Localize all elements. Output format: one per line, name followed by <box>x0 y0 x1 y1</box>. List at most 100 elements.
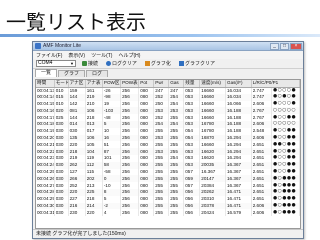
table-cell: 080 <box>138 202 155 210</box>
table-cell: 00:04:31 <box>36 209 55 217</box>
table-cell: 213 <box>85 182 103 189</box>
table-cell: 20035 <box>199 161 226 169</box>
window-title: AMF Monitor Lite <box>43 43 82 49</box>
table-row[interactable]: 00:04:26 030 266 202 0 256 080 255 255 059 20147 16… <box>36 175 300 183</box>
column-header[interactable]: L/R/C/P0/P1 <box>251 80 300 88</box>
table-cell: 16620 <box>199 148 226 155</box>
table-cell: -2 <box>102 202 122 210</box>
table-cell: 080 <box>138 100 155 108</box>
table-row[interactable]: 00:04:23 030 219 119 101 256 080 255 254 053 16620… <box>36 154 300 162</box>
log-clear-button[interactable]: ログクリア <box>104 60 139 67</box>
table-cell: 2.651 <box>251 168 273 176</box>
column-header[interactable]: 時間 <box>36 80 55 88</box>
table-cell: 00:04:25 <box>36 168 55 176</box>
table-cell: 202 <box>85 175 103 183</box>
tab-log[interactable]: ログ <box>86 70 109 77</box>
table-row[interactable]: 00:04:29 030 227 218 5 256 080 255 255 056 20310 16… <box>36 195 300 203</box>
table-cell: 056 <box>183 202 201 210</box>
table-cell: 255 <box>153 168 170 176</box>
table-row[interactable]: 00:04:19 030 030 017 10 256 080 255 255 054 16780 1… <box>36 127 300 135</box>
table-cell: 16660 <box>199 93 226 101</box>
status-dots: ○○○○○ <box>271 120 300 128</box>
column-header[interactable]: POW区 <box>102 80 122 88</box>
table-cell: 255 <box>168 175 185 183</box>
table-cell: 16.367 <box>225 161 252 169</box>
tab-graph[interactable]: グラフ <box>58 70 86 77</box>
status-dots: ●○●●● <box>271 175 300 183</box>
table-row[interactable]: 00:04:14 015 144 219 -98 256 080 252 254 053 16660… <box>36 93 300 101</box>
table-cell: 16.066 <box>225 100 252 108</box>
table-cell: 227 <box>68 195 86 203</box>
table-row[interactable]: 00:04:15 010 142 210 19 256 080 250 254 053 16660 1… <box>36 100 300 108</box>
table-cell: 256 <box>120 93 140 101</box>
table-cell: 16.188 <box>225 120 252 128</box>
close-button[interactable]: × <box>290 43 302 50</box>
table-row[interactable]: 00:04:20 030 135 106 16 256 080 253 255 054 16870 1… <box>36 134 300 142</box>
table-row[interactable]: 00:04:31 030 230 220 4 256 080 255 255 056 20424 16… <box>36 209 300 217</box>
tab-list[interactable]: 一覧 <box>35 69 58 77</box>
graph-clear-button[interactable]: グラフクリア <box>177 60 217 67</box>
connect-button[interactable]: 接続 <box>80 60 100 67</box>
table-row[interactable]: 00:04:18 030 014 013 5 256 080 254 254 053 16780 16… <box>36 120 300 128</box>
table-cell: 256 <box>120 188 140 196</box>
window-titlebar[interactable]: AMF Monitor Lite _ □ × <box>33 42 303 51</box>
table-cell: 16.471 <box>225 195 252 203</box>
table-row[interactable]: 00:04:16 020 081 106 -103 256 080 253 253 053 1666… <box>36 107 300 115</box>
table-row[interactable]: 00:04:17 025 144 218 -48 256 080 252 255 053 16660… <box>36 114 300 121</box>
menu-tools[interactable]: ツール(T) <box>91 52 112 59</box>
table-cell: 254 <box>168 120 185 128</box>
table-row[interactable]: 00:04:30 030 216 214 -2 256 080 255 255 056 20378 1… <box>36 202 300 210</box>
table-header: 時間 モード アナ区 アナ表 POW区 POW表 Pot Pwr Gas 残量 速度(m/s) Gas… <box>36 80 300 88</box>
table-row[interactable]: 00:04:13 010 159 161 -26 256 080 247 247 053 16660… <box>36 87 300 94</box>
table-cell: 159 <box>68 87 86 94</box>
column-header[interactable]: Pwr <box>153 80 170 88</box>
table-row[interactable]: 00:04:28 030 220 225 8 256 080 255 255 056 20262 16… <box>36 188 300 196</box>
table-cell: 20262 <box>199 188 226 196</box>
chart-clear-icon <box>178 61 184 66</box>
table-row[interactable]: 00:04:22 030 218 104 87 256 080 253 255 053 16620 1… <box>36 148 300 155</box>
column-header[interactable]: モード <box>54 80 69 88</box>
column-header[interactable]: 速度(m/s) <box>199 80 226 88</box>
table-cell: 16660 <box>199 141 226 149</box>
table-cell: 057 <box>183 182 201 189</box>
column-header[interactable]: 残量 <box>183 80 201 88</box>
port-select[interactable]: COM4 ▼ <box>36 60 76 67</box>
column-header[interactable]: Gas <box>168 80 185 88</box>
table-cell: 219 <box>68 154 86 162</box>
column-header[interactable]: POW表 <box>120 80 140 88</box>
maximize-button[interactable]: □ <box>280 43 289 50</box>
table-row[interactable]: 00:04:25 030 127 115 -58 256 080 255 255 057 16.36… <box>36 168 300 176</box>
table-row[interactable]: 00:04:21 030 220 105 51 256 080 255 255 053 16660 1… <box>36 141 300 149</box>
table-cell: 256 <box>120 175 140 183</box>
table-cell: 20384 <box>199 182 226 189</box>
column-header[interactable]: Pot <box>138 80 155 88</box>
table-cell: 010 <box>54 100 69 108</box>
table-cell: 262 <box>68 161 86 169</box>
graph-button[interactable]: グラフ化 <box>143 60 173 67</box>
menu-file[interactable]: ファイル(F) <box>36 52 62 59</box>
menu-help[interactable]: ヘルプ(H) <box>118 52 140 59</box>
status-dots: ●○●○● <box>271 93 300 101</box>
column-header[interactable]: アナ区 <box>68 80 86 88</box>
title-underline <box>0 34 320 37</box>
connect-button-label: 接続 <box>88 61 99 67</box>
data-grid[interactable]: 時間 モード アナ区 アナ表 POW区 POW表 Pot Pwr Gas 残量 速度(m/s) Gas… <box>35 79 301 229</box>
menu-view[interactable]: 表示(V) <box>68 52 85 59</box>
column-header[interactable]: Gas(/F) <box>225 80 252 88</box>
table-row[interactable]: 00:04:27 030 252 213 -10 256 080 255 255 057 20384… <box>36 182 300 189</box>
table-cell: 255 <box>168 161 185 169</box>
table-cell: 16620 <box>199 154 226 162</box>
table-cell: 256 <box>120 161 140 169</box>
column-header[interactable]: アナ表 <box>85 80 103 88</box>
table-cell: 030 <box>54 202 69 210</box>
table-cell: 16660 <box>199 100 226 108</box>
table-cell: 053 <box>183 100 201 108</box>
status-dots: ●○○●● <box>271 134 300 142</box>
table-cell: 256 <box>120 202 140 210</box>
table-cell: 00:04:22 <box>36 148 55 155</box>
table-row[interactable]: 00:04:24 030 262 112 58 256 080 255 255 053 20035 1… <box>36 161 300 169</box>
table-cell: 2.606 <box>251 202 273 210</box>
table-cell: 247 <box>153 87 170 94</box>
table-cell: 0 <box>102 175 122 183</box>
minimize-button[interactable]: _ <box>270 43 279 50</box>
